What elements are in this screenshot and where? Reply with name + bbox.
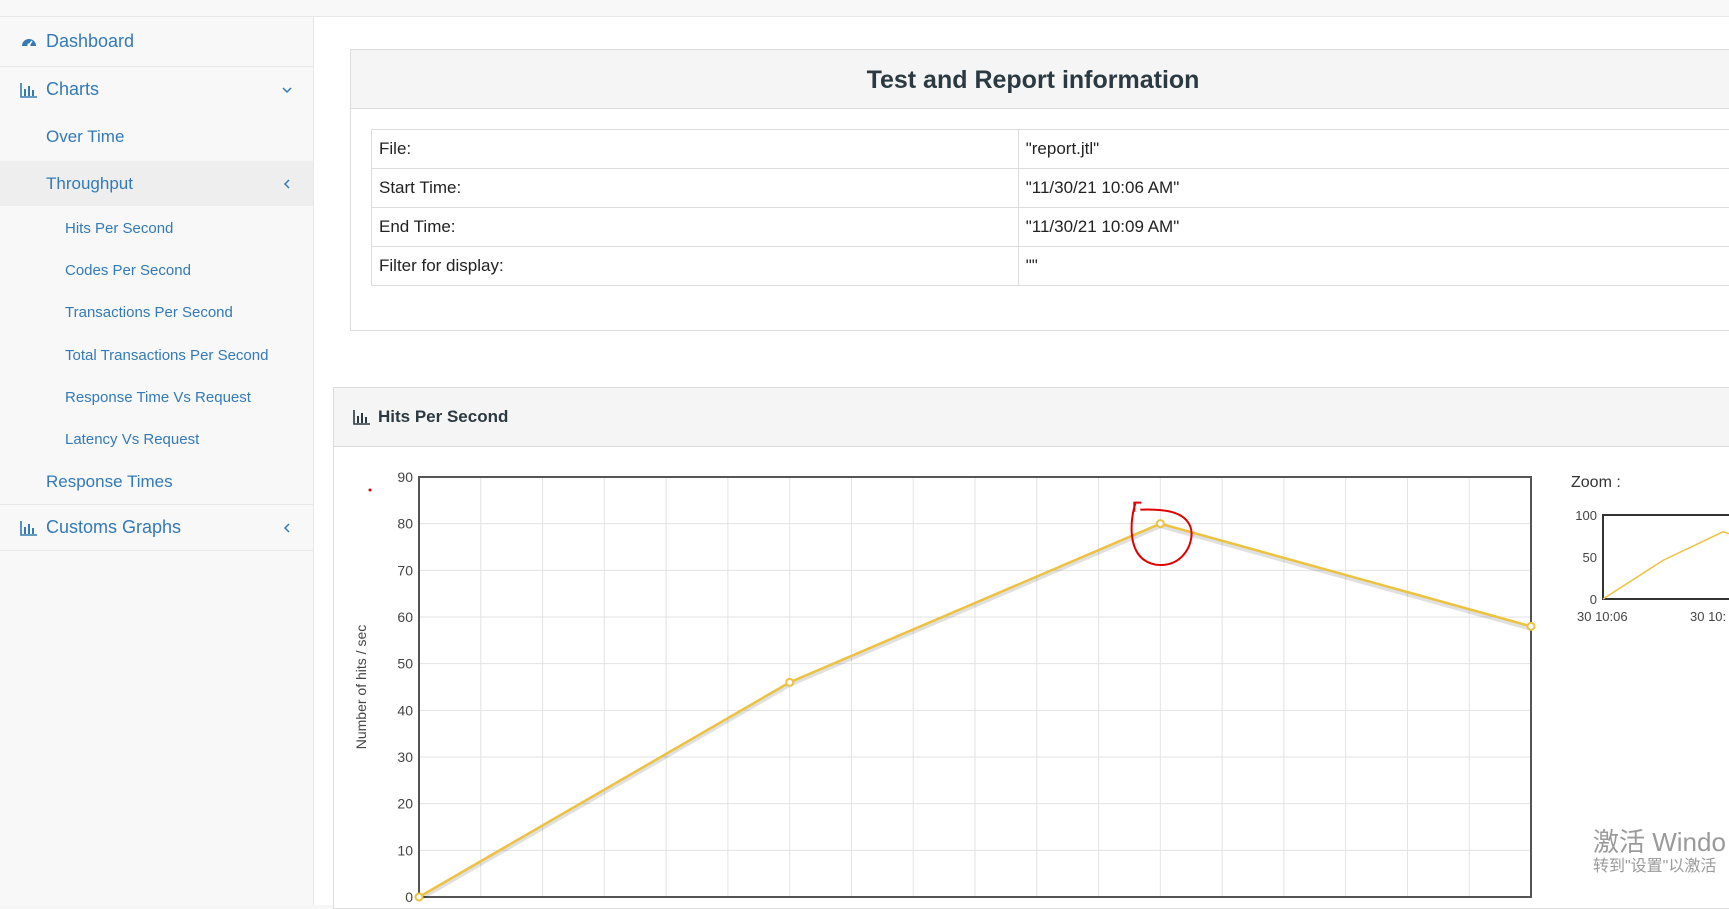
info-value: "11/30/21 10:06 AM" xyxy=(1018,169,1729,208)
sidebar-item-response-times[interactable]: Response Times xyxy=(0,460,313,504)
sidebar-item-label: Total Transactions Per Second xyxy=(65,347,268,364)
sidebar-item-label: Response Time Vs Request xyxy=(65,389,251,406)
table-row: Start Time: "11/30/21 10:06 AM" xyxy=(372,169,1729,208)
sidebar-item-codes-per-second[interactable]: Codes Per Second xyxy=(0,250,313,291)
info-key: End Time: xyxy=(372,208,1019,247)
hits-per-second-panel: Hits Per Second xyxy=(333,387,1729,909)
info-value: "report.jtl" xyxy=(1018,130,1729,169)
table-row: End Time: "11/30/21 10:09 AM" xyxy=(372,208,1729,247)
main-content: Test and Report information File: "repor… xyxy=(314,17,1729,905)
dashboard-icon xyxy=(20,33,38,51)
table-row: File: "report.jtl" xyxy=(372,130,1729,169)
sidebar-item-label: Customs Graphs xyxy=(46,517,181,538)
info-table: File: "report.jtl" Start Time: "11/30/21… xyxy=(371,129,1729,286)
panel-heading: Hits Per Second xyxy=(334,388,1729,447)
panel-title: Test and Report information xyxy=(867,50,1200,110)
sidebar-item-throughput[interactable]: Throughput xyxy=(0,161,313,206)
info-value: "" xyxy=(1018,247,1729,286)
sidebar-item-customs-graphs[interactable]: Customs Graphs xyxy=(0,505,313,551)
watermark-line-1: 激活 Windo xyxy=(1593,828,1726,856)
sidebar: Dashboard Charts Over Time Throughput Hi… xyxy=(0,17,314,905)
info-key: Start Time: xyxy=(372,169,1019,208)
watermark-line-2: 转到"设置"以激活 xyxy=(1593,856,1726,878)
sidebar-item-label: Hits Per Second xyxy=(65,220,173,237)
sidebar-item-label: Over Time xyxy=(46,127,124,147)
panel-heading: Test and Report information xyxy=(351,50,1729,109)
chevron-left-icon xyxy=(281,178,293,190)
sidebar-item-transactions-per-second[interactable]: Transactions Per Second xyxy=(0,291,313,334)
bar-chart-icon xyxy=(352,408,372,426)
table-row: Filter for display: "" xyxy=(372,247,1729,286)
sidebar-item-label: Codes Per Second xyxy=(65,262,191,279)
charts-group: Charts Over Time Throughput Hits Per Sec… xyxy=(0,67,313,505)
info-key: File: xyxy=(372,130,1019,169)
bar-chart-icon xyxy=(20,81,38,99)
top-navbar xyxy=(0,0,1729,17)
sidebar-item-label: Latency Vs Request xyxy=(65,431,199,448)
chevron-left-icon xyxy=(281,522,293,534)
sidebar-item-dashboard[interactable]: Dashboard xyxy=(0,17,313,67)
sidebar-item-label: Transactions Per Second xyxy=(65,304,233,321)
sidebar-item-response-time-vs-request[interactable]: Response Time Vs Request xyxy=(0,376,313,418)
test-report-info-panel: Test and Report information File: "repor… xyxy=(350,49,1729,331)
info-key: Filter for display: xyxy=(372,247,1019,286)
panel-title: Hits Per Second xyxy=(378,407,508,427)
sidebar-item-label: Response Times xyxy=(46,472,173,492)
sidebar-item-label: Throughput xyxy=(46,174,133,194)
sidebar-item-label: Charts xyxy=(46,79,99,100)
info-value: "11/30/21 10:09 AM" xyxy=(1018,208,1729,247)
sidebar-item-latency-vs-request[interactable]: Latency Vs Request xyxy=(0,418,313,460)
chevron-down-icon xyxy=(281,84,293,96)
sidebar-item-over-time[interactable]: Over Time xyxy=(0,112,313,161)
sidebar-item-hits-per-second[interactable]: Hits Per Second xyxy=(0,206,313,250)
windows-activation-watermark: 激活 Windo 转到"设置"以激活 xyxy=(1593,828,1726,878)
sidebar-item-charts[interactable]: Charts xyxy=(0,67,313,112)
bar-chart-icon xyxy=(20,519,38,537)
sidebar-item-total-transactions-per-second[interactable]: Total Transactions Per Second xyxy=(0,334,313,376)
sidebar-item-label: Dashboard xyxy=(46,31,134,52)
